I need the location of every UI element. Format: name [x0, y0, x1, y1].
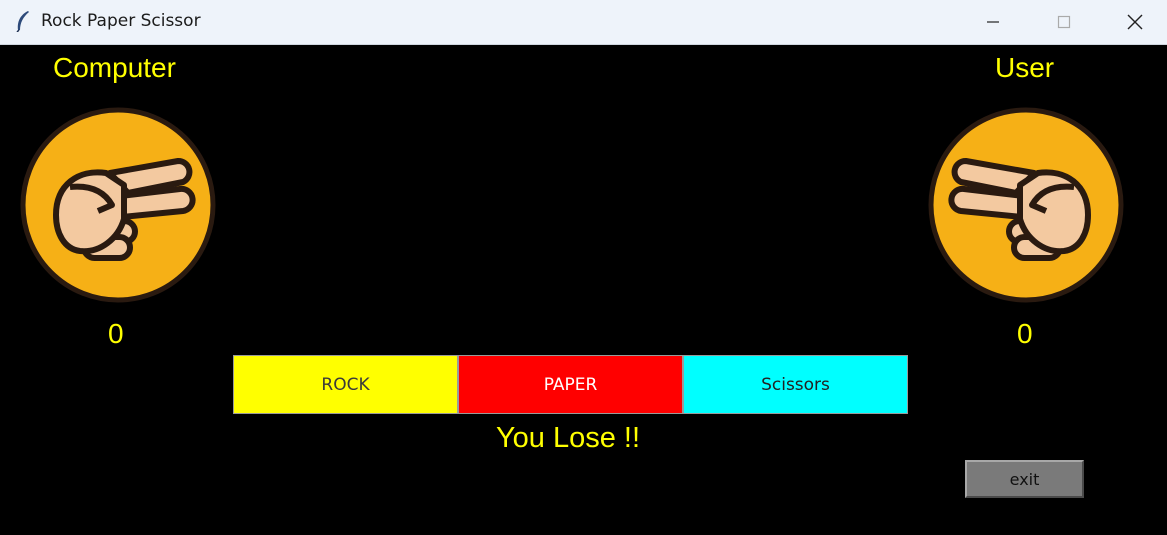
maximize-button[interactable]: [1041, 0, 1087, 44]
user-score: 0: [1017, 318, 1033, 349]
computer-label: Computer: [53, 52, 176, 83]
exit-button[interactable]: exit: [965, 460, 1084, 498]
maximize-icon: [1057, 15, 1071, 29]
paper-button[interactable]: PAPER: [458, 355, 683, 414]
minimize-icon: [987, 21, 999, 23]
result-text: You Lose !!: [496, 422, 641, 454]
close-icon: [1127, 14, 1143, 30]
computer-scissors-hand-icon: [20, 107, 216, 303]
minimize-button[interactable]: [970, 0, 1016, 44]
user-scissors-hand-icon: [928, 107, 1124, 303]
rock-button[interactable]: ROCK: [233, 355, 458, 414]
computer-score: 0: [108, 318, 124, 349]
title-bar: Rock Paper Scissor: [0, 0, 1167, 45]
game-area: Computer User 0 0 ROCK PAPER Scissors Yo…: [0, 45, 1167, 535]
user-label: User: [995, 52, 1055, 83]
scissors-button[interactable]: Scissors: [683, 355, 908, 414]
feather-icon: [16, 11, 29, 32]
window-title: Rock Paper Scissor: [41, 11, 201, 31]
close-button[interactable]: [1112, 0, 1158, 44]
